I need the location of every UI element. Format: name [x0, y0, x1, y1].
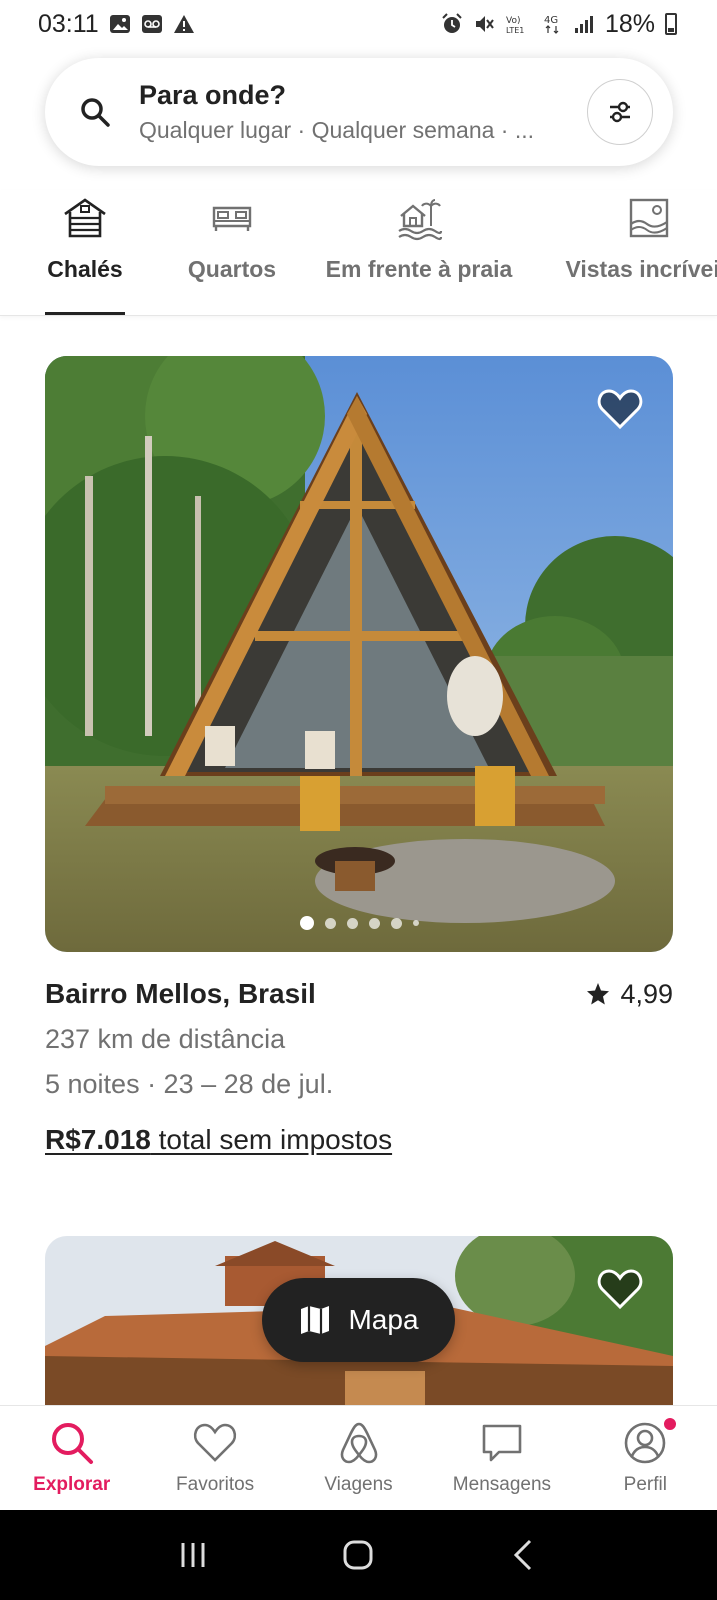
notification-dot — [661, 1416, 678, 1432]
warning-icon — [173, 15, 194, 33]
message-icon — [482, 1424, 522, 1462]
listing-rating: 4,99 — [586, 979, 673, 1010]
nav-explorar[interactable]: Explorar — [0, 1406, 143, 1510]
nav-label: Explorar — [33, 1474, 111, 1495]
listing-location: Bairro Mellos, Brasil — [45, 978, 316, 1009]
mute-icon — [475, 16, 494, 32]
favorite-heart-icon[interactable] — [597, 1268, 643, 1310]
listing-distance: 237 km de distância — [45, 1024, 286, 1054]
4g-icon: 4G — [544, 15, 559, 34]
listing-dates: 5 noites · 23 – 28 de jul. — [45, 1069, 334, 1099]
bottom-nav: Explorar Favoritos Viagens Mensagens Per… — [0, 1405, 717, 1510]
pagination-dot — [299, 916, 314, 930]
nav-favoritos[interactable]: Favoritos — [143, 1406, 286, 1510]
airbnb-logo-icon — [340, 1422, 377, 1464]
alarm-icon — [442, 13, 462, 33]
pagination-dot — [368, 917, 380, 929]
pagination-dot — [412, 920, 419, 926]
pagination-dot — [346, 917, 358, 929]
tab-label: Em frente à praia — [325, 256, 513, 282]
status-bar: 03:11 Vo) LTE1 4G 18% — [0, 0, 717, 48]
tab-vistas-incriveis[interactable]: Vistas incríveis — [549, 190, 717, 315]
favorite-heart-icon[interactable] — [597, 388, 643, 430]
nav-label: Perfil — [623, 1474, 667, 1495]
nav-perfil[interactable]: Perfil — [574, 1406, 717, 1510]
cabin-icon — [64, 198, 106, 238]
photo-pagination — [45, 916, 673, 930]
nav-mensagens[interactable]: Mensagens — [430, 1406, 573, 1510]
price-amount: R$7.018 — [45, 1124, 151, 1155]
tab-label: Chalés — [47, 256, 123, 282]
rating-value: 4,99 — [620, 978, 673, 1009]
map-button[interactable]: Mapa — [262, 1278, 455, 1362]
system-nav-bar — [0, 1510, 717, 1600]
amazing-views-icon — [629, 198, 669, 238]
search-subtitle: Qualquer lugar · Qualquer semana · ... — [139, 117, 535, 143]
tab-quartos[interactable]: Quartos — [185, 190, 279, 315]
search-icon — [81, 98, 110, 127]
search-icon — [51, 1423, 93, 1464]
beachfront-icon — [398, 199, 443, 241]
filters-button[interactable] — [587, 79, 653, 145]
battery-icon — [665, 13, 677, 35]
back-icon[interactable] — [506, 1537, 542, 1573]
svg-text:4G: 4G — [544, 15, 558, 26]
bed-icon — [212, 206, 252, 231]
listing-photo[interactable] — [45, 356, 673, 952]
nav-label: Favoritos — [176, 1474, 255, 1495]
profile-icon — [625, 1422, 666, 1464]
signal-icon — [574, 16, 593, 33]
price-suffix: total sem impostos — [150, 1124, 393, 1155]
battery-percent: 18% — [604, 9, 655, 38]
home-icon[interactable] — [340, 1537, 376, 1573]
nav-label: Viagens — [324, 1474, 393, 1495]
tab-label: Quartos — [187, 256, 277, 282]
nav-viagens[interactable]: Viagens — [287, 1406, 430, 1510]
sliders-icon — [610, 101, 630, 123]
heart-icon — [194, 1423, 237, 1462]
status-time: 03:11 — [38, 9, 99, 38]
tab-em-frente-a-praia[interactable]: Em frente à praia — [321, 190, 517, 315]
search-bar[interactable]: Para onde? Qualquer lugar · Qualquer sem… — [45, 58, 673, 166]
svg-text:Vo): Vo) — [506, 16, 520, 26]
svg-text:LTE1: LTE1 — [506, 26, 524, 35]
map-icon — [301, 1306, 330, 1334]
star-icon — [587, 983, 610, 1005]
gallery-icon — [109, 15, 130, 33]
listing-price[interactable]: R$7.018 total sem impostos — [45, 1124, 673, 1156]
tab-chales[interactable]: Chalés — [45, 190, 125, 315]
map-button-label: Mapa — [348, 1304, 419, 1335]
tab-label: Vistas incríveis — [565, 256, 717, 282]
pagination-dot — [390, 917, 402, 929]
volte-icon: Vo)LTE1 — [506, 16, 524, 35]
listing-info[interactable]: Bairro Mellos, Brasil 4,99 237 km de dis… — [45, 978, 673, 1156]
a-frame-cabin-photo — [45, 356, 673, 952]
search-title: Para onde? — [139, 80, 287, 110]
voicemail-icon — [141, 15, 162, 33]
pagination-dot — [324, 917, 336, 929]
nav-label: Mensagens — [452, 1474, 552, 1495]
recent-apps-icon[interactable] — [175, 1537, 211, 1573]
category-tabs: Chalés Quartos Em frente à praia Vistas … — [0, 190, 717, 316]
